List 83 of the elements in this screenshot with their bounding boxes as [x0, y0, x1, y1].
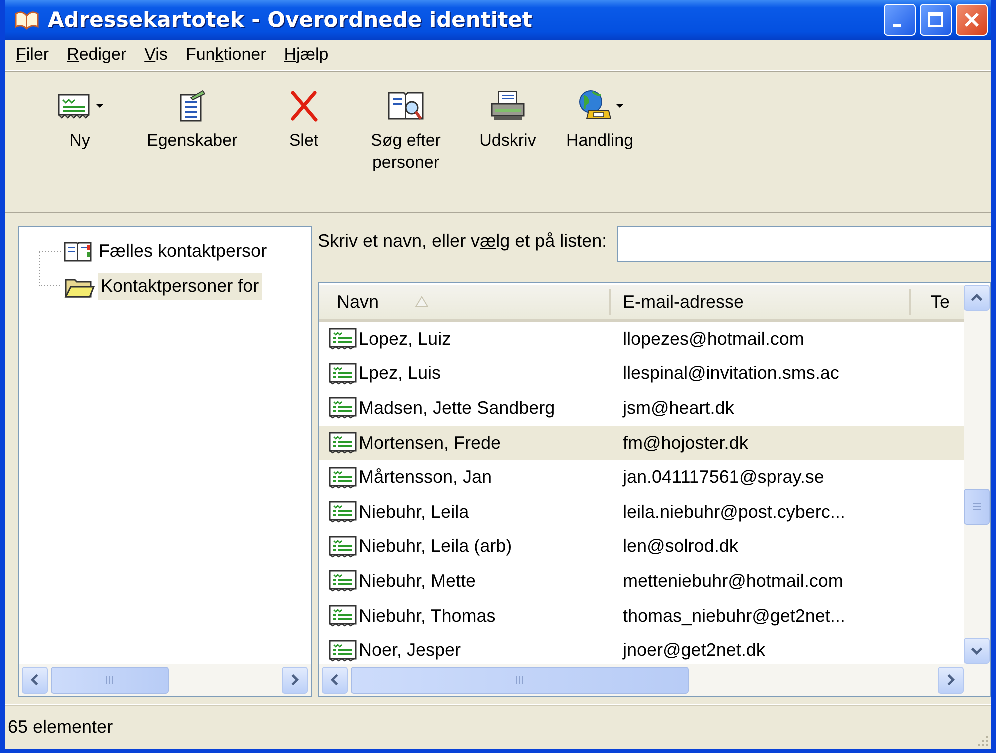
tree-item[interactable]: Kontaktpersoner for [98, 273, 262, 300]
horizontal-scrollbar[interactable] [19, 664, 311, 696]
contact-email: llespinal@invitation.sms.ac [623, 363, 840, 384]
contact-name: Madsen, Jette Sandberg [359, 398, 556, 419]
resize-grip-icon[interactable] [975, 733, 989, 747]
window-title: Adressekartotek - Overordnede identitet [48, 8, 534, 32]
contact-card-icon [329, 501, 357, 524]
contact-email: jan.041117561@spray.se [623, 467, 824, 488]
delete-icon [289, 90, 319, 122]
contact-card-icon [329, 432, 357, 454]
status-text: 65 elementer [8, 716, 114, 738]
contact-row[interactable]: Lopez, Luiz llopezes@hotmail.com [319, 322, 964, 357]
contact-email: fm@hojoster.dk [623, 432, 748, 454]
tree-item[interactable]: Fælles kontaktpersor [96, 238, 270, 265]
menu-item[interactable]: Funktioner [176, 43, 276, 67]
contact-name: Lopez, Luiz [359, 328, 452, 350]
contact-card-icon [329, 466, 357, 489]
toolbar-button[interactable]: Handling [555, 84, 645, 156]
contact-row[interactable]: Niebuhr, Mette metteniebuhr@hotmail.com [319, 564, 964, 599]
contact-card-icon [329, 605, 357, 628]
contact-row[interactable]: Madsen, Jette Sandberg jsm@heart.dk [319, 391, 964, 426]
contact-card-icon [329, 640, 357, 662]
vertical-scrollbar[interactable] [964, 285, 990, 664]
contact-row[interactable]: Niebuhr, Leila (arb) len@solrod.dk [319, 530, 964, 564]
scroll-down-button[interactable] [964, 638, 990, 664]
close-icon [962, 10, 982, 30]
minimize-button[interactable] [884, 4, 916, 36]
printer-icon [489, 90, 527, 122]
scroll-up-button[interactable] [964, 285, 990, 311]
search-field[interactable] [617, 226, 991, 262]
contact-card-icon [329, 397, 357, 420]
open-book-icon [14, 9, 40, 31]
contact-name: Niebuhr, Mette [359, 570, 476, 592]
contact-email: len@solrod.dk [623, 536, 738, 558]
column-header[interactable]: E-mail-adresse [611, 289, 911, 315]
contact-name: Niebuhr, Thomas [359, 606, 496, 627]
contact-email: metteniebuhr@hotmail.com [623, 570, 844, 592]
contact-name: Lpez, Luis [359, 363, 442, 384]
scroll-thumb[interactable] [351, 666, 689, 694]
contact-name: Mortensen, Frede [359, 432, 502, 454]
contact-email: leila.niebuhr@post.cyberc... [623, 502, 846, 523]
contact-email: jsm@heart.dk [623, 398, 734, 419]
scroll-right-button[interactable] [938, 666, 964, 694]
contact-card-icon [329, 328, 357, 350]
menu-item[interactable]: Vis [136, 43, 177, 67]
horizontal-scrollbar[interactable] [319, 664, 990, 696]
toolbar-button[interactable]: Ny [35, 84, 125, 156]
contact-row[interactable]: Niebuhr, Leila leila.niebuhr@post.cyberc... [319, 494, 964, 530]
menu-item[interactable]: Rediger [58, 43, 136, 67]
column-header[interactable]: Te [911, 289, 961, 315]
menu-item[interactable]: Hjælp [275, 43, 338, 67]
scroll-right-button[interactable] [282, 666, 308, 694]
maximize-button[interactable] [920, 4, 952, 36]
contact-email: thomas_niebuhr@get2net... [623, 606, 846, 627]
contact-row[interactable]: Mårtensson, Jan jan.041117561@spray.se [319, 460, 964, 495]
contact-email: llopezes@hotmail.com [623, 328, 804, 350]
search-prompt-label: Skriv et navn, eller vælg et på listen: [318, 230, 608, 252]
scroll-left-button[interactable] [22, 666, 48, 694]
contact-email: jnoer@get2net.dk [623, 640, 766, 662]
minimize-icon [893, 24, 901, 26]
toolbar-button[interactable]: Slet [259, 84, 349, 156]
contact-name: Niebuhr, Leila [359, 502, 470, 523]
toolbar-button[interactable]: Udskriv [463, 84, 553, 156]
contact-card-icon [329, 362, 357, 385]
contact-row[interactable]: Lpez, Luis llespinal@invitation.sms.ac [319, 356, 964, 392]
column-header[interactable]: Navn [319, 289, 611, 315]
contact-row[interactable]: Niebuhr, Thomas thomas_niebuhr@get2net... [319, 598, 964, 634]
scroll-left-button[interactable] [322, 666, 348, 694]
menu-item[interactable]: Filer [7, 43, 58, 67]
maximize-icon [926, 10, 946, 30]
address-book-icon [63, 240, 93, 264]
scroll-thumb[interactable] [964, 489, 990, 525]
contact-name: Mårtensson, Jan [359, 467, 492, 488]
scroll-thumb[interactable] [51, 666, 169, 694]
close-button[interactable] [956, 4, 988, 36]
contact-name: Niebuhr, Leila (arb) [359, 536, 512, 558]
contact-row[interactable]: Mortensen, Frede fm@hojoster.dk [319, 426, 964, 460]
toolbar-button[interactable]: Egenskaber [127, 84, 257, 156]
toolbar-button[interactable]: Søg efter personer [351, 84, 461, 178]
contact-name: Noer, Jesper [359, 640, 462, 662]
contact-card-icon [329, 536, 357, 558]
contact-card-icon [329, 570, 357, 592]
contact-row[interactable]: Noer, Jesper jnoer@get2net.dk [319, 633, 964, 664]
